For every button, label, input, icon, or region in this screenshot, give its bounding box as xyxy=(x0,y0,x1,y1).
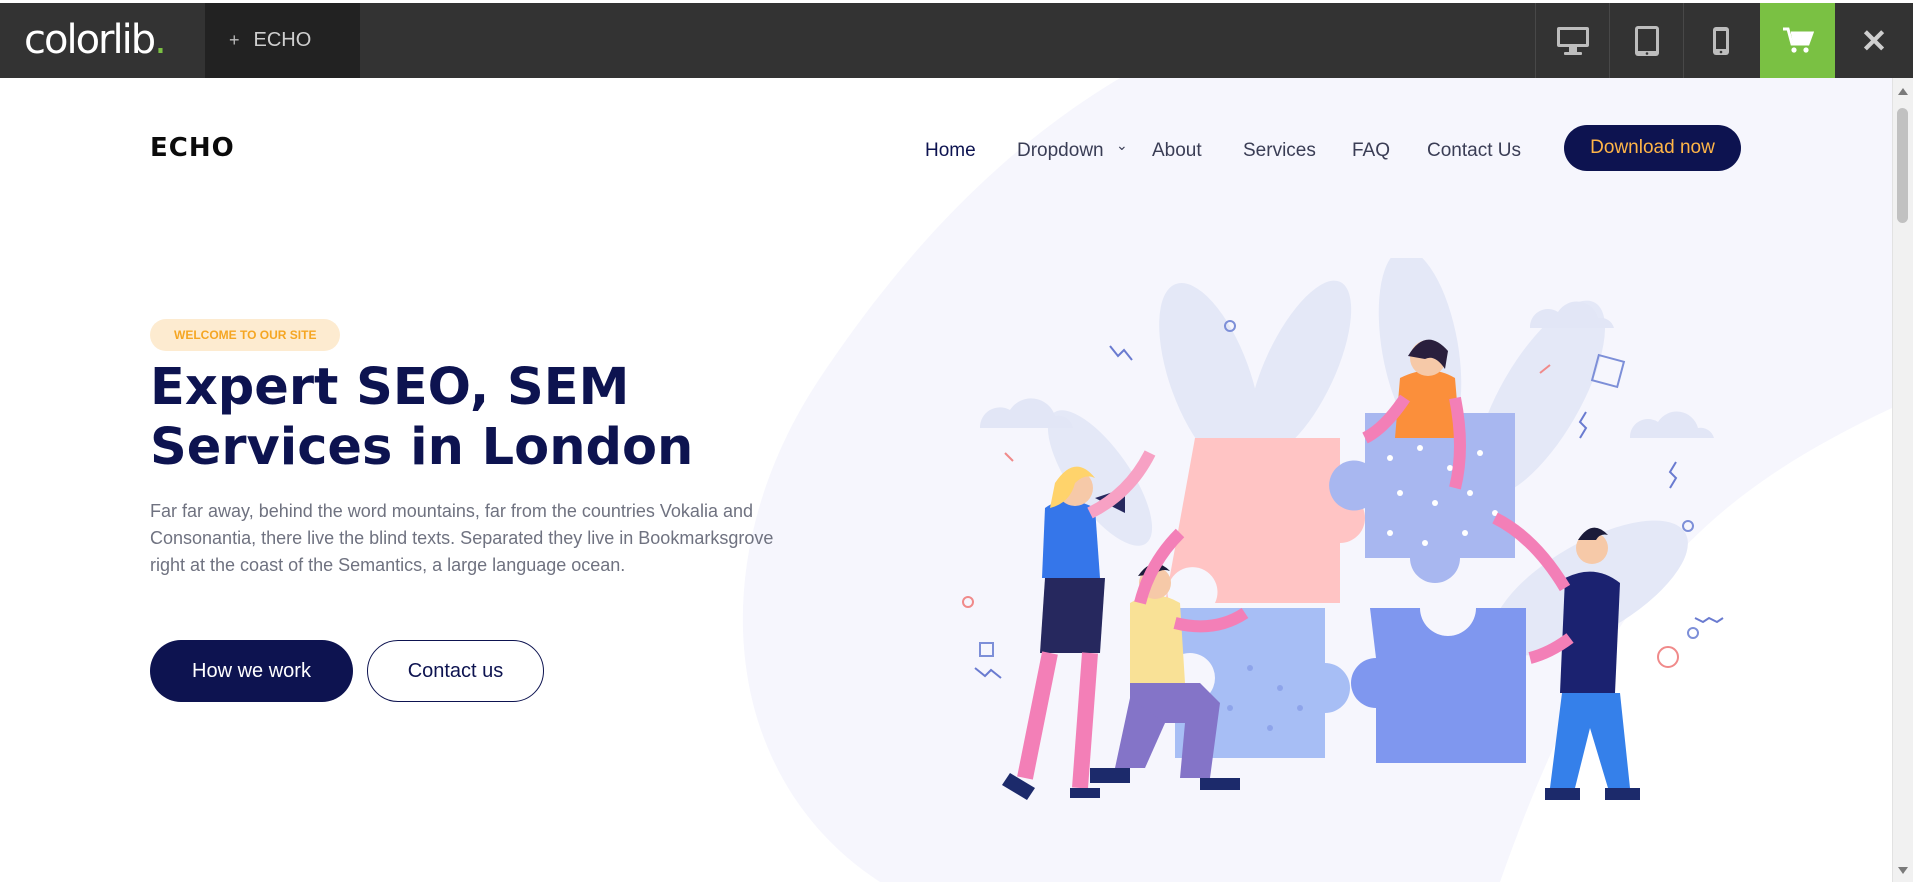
mobile-view-button[interactable] xyxy=(1683,3,1757,78)
nav-about[interactable]: About xyxy=(1152,140,1202,162)
close-button[interactable]: ✕ xyxy=(1835,3,1913,78)
puzzle-pieces xyxy=(1165,413,1526,763)
nav-faq[interactable]: FAQ xyxy=(1352,140,1390,162)
scroll-up-arrow-icon[interactable] xyxy=(1898,88,1908,95)
tablet-view-button[interactable] xyxy=(1609,3,1683,78)
chevron-down-icon[interactable]: ⌄ xyxy=(1116,137,1128,154)
colorlib-logo-dot: . xyxy=(154,17,167,63)
how-we-work-button[interactable]: How we work xyxy=(150,640,353,702)
download-now-button[interactable]: Download now xyxy=(1564,125,1741,171)
tablet-icon xyxy=(1634,25,1659,56)
nav-services[interactable]: Services xyxy=(1243,140,1316,162)
site-logo[interactable]: ECHO xyxy=(150,133,235,163)
nav-home[interactable]: Home xyxy=(925,140,976,162)
nav-contact-us[interactable]: Contact Us xyxy=(1427,140,1521,162)
nav-dropdown[interactable]: Dropdown xyxy=(1017,140,1104,162)
buy-button[interactable] xyxy=(1760,3,1835,78)
scrollbar-thumb[interactable] xyxy=(1897,108,1908,223)
site-preview: ECHO Home Dropdown ⌄ About Services FAQ … xyxy=(0,78,1892,882)
cart-icon xyxy=(1782,27,1814,53)
preview-topbar: colorlib. + ECHO ✕ xyxy=(0,0,1913,78)
theme-tab[interactable]: + ECHO xyxy=(205,3,360,78)
hero-illustration xyxy=(962,258,1724,800)
mobile-icon xyxy=(1712,26,1729,55)
vertical-scrollbar[interactable] xyxy=(1892,78,1913,882)
hero-title: Expert SEO, SEM Services in London xyxy=(150,358,694,477)
scroll-down-arrow-icon[interactable] xyxy=(1898,867,1908,874)
welcome-badge: WELCOME TO OUR SITE xyxy=(150,319,341,351)
plus-icon: + xyxy=(229,30,240,50)
desktop-icon xyxy=(1556,26,1589,55)
desktop-view-button[interactable] xyxy=(1535,3,1609,78)
close-icon: ✕ xyxy=(1860,22,1888,59)
theme-tab-label: ECHO xyxy=(253,29,312,51)
colorlib-logo[interactable]: colorlib. xyxy=(24,15,167,65)
hero-description: Far far away, behind the word mountains,… xyxy=(150,501,774,575)
contact-us-button[interactable]: Contact us xyxy=(367,640,544,702)
colorlib-logo-text: colorlib xyxy=(24,17,156,63)
